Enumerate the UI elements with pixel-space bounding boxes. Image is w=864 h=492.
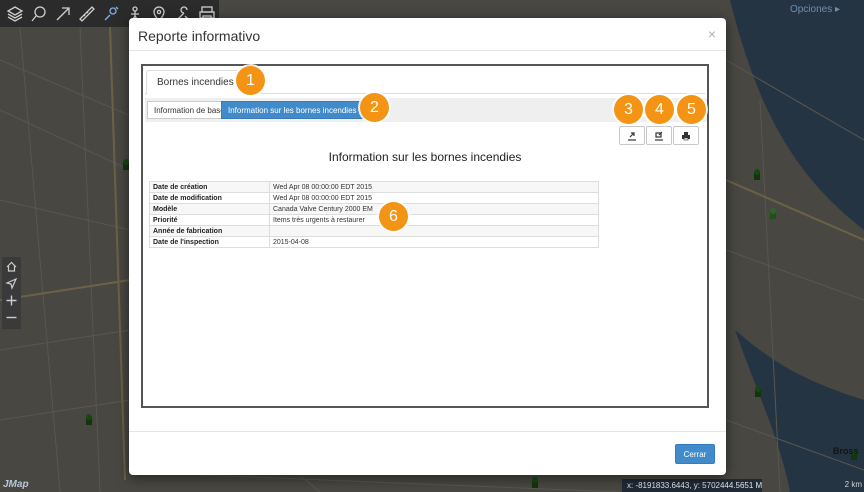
print-icon	[682, 131, 690, 140]
attribute-name: Priorité	[149, 214, 270, 226]
callout-marker: 4	[645, 95, 674, 124]
scale-bar-label: 2 km	[844, 480, 862, 489]
dialog-header: Reporte informativo ×	[129, 18, 726, 51]
export-icon	[628, 131, 636, 141]
report-dialog: Reporte informativo × Bornes incendies I…	[129, 18, 726, 475]
attribute-value: Canada Valve Century 2000 EM	[269, 203, 599, 215]
options-menu-link[interactable]: Opciones ▸	[790, 4, 840, 15]
home-icon[interactable]	[4, 259, 19, 274]
callout-marker: 5	[677, 95, 706, 124]
print-button[interactable]	[673, 126, 699, 145]
select-tool-icon[interactable]	[100, 3, 122, 25]
attribute-name: Modèle	[149, 203, 270, 215]
zoom-in-icon[interactable]	[4, 293, 19, 308]
coordinates-readout: x: -8191833.6443, y: 5702444.5651 Metros	[622, 479, 762, 492]
attribute-value: Items très urgents à restaurer	[269, 214, 599, 226]
pan-arrow-icon[interactable]	[52, 3, 74, 25]
callout-marker: 3	[614, 95, 643, 124]
attribute-value	[269, 225, 599, 237]
table-row: Date de modification Wed Apr 08 00:00:00 …	[149, 192, 599, 204]
attribute-name: Date de modification	[149, 192, 270, 204]
attribute-value: Wed Apr 08 00:00:00 EDT 2015	[269, 192, 599, 204]
close-icon[interactable]: ×	[708, 26, 716, 42]
attribute-name: Date de création	[149, 181, 270, 193]
attribute-value: 2015-04-08	[269, 236, 599, 248]
zoom-icon[interactable]	[28, 3, 50, 25]
tab-bornes-incendies[interactable]: Bornes incendies	[146, 70, 245, 95]
table-row: Modèle Canada Valve Century 2000 EM	[149, 203, 599, 215]
tab-information-de-base[interactable]: Information de base	[147, 101, 232, 119]
layer-tabs: Bornes incendies	[145, 70, 705, 95]
attribute-name: Année de fabrication	[149, 225, 270, 237]
layers-icon[interactable]	[4, 3, 26, 25]
attribute-value: Wed Apr 08 00:00:00 EDT 2015	[269, 181, 599, 193]
attribute-table: Date de création Wed Apr 08 00:00:00 EDT …	[149, 181, 599, 248]
ruler-icon[interactable]	[76, 3, 98, 25]
dialog-title: Reporte informativo	[138, 28, 261, 44]
jmap-logo: JMap	[3, 479, 29, 490]
zoom-out-icon[interactable]	[4, 310, 19, 325]
callout-marker: 6	[379, 202, 408, 231]
table-row: Année de fabrication	[149, 225, 599, 237]
callout-marker: 2	[360, 93, 389, 122]
dialog-footer: Cerrar	[129, 431, 726, 475]
callout-marker: 1	[236, 66, 265, 95]
map-navigation-bar	[2, 257, 21, 329]
export-button[interactable]	[619, 126, 645, 145]
table-row: Priorité Items très urgents à restaurer	[149, 214, 599, 226]
report-heading: Information sur les bornes incendies	[328, 150, 522, 164]
close-button[interactable]: Cerrar	[675, 444, 715, 464]
attribute-name: Date de l'inspection	[149, 236, 270, 248]
table-row: Date de l'inspection 2015-04-08	[149, 236, 599, 248]
tab-information-bornes[interactable]: Information sur les bornes incendies	[221, 101, 364, 119]
navigate-icon[interactable]	[4, 276, 19, 291]
export-all-button[interactable]	[646, 126, 672, 145]
table-row: Date de création Wed Apr 08 00:00:00 EDT …	[149, 181, 599, 193]
export-all-icon	[655, 131, 663, 141]
